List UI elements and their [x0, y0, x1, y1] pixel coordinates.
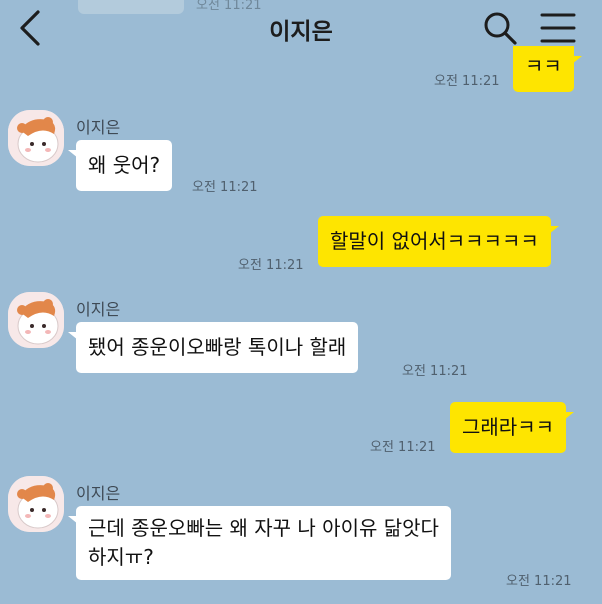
message-bubble-outgoing[interactable]: 그래라ㅋㅋ	[450, 402, 574, 453]
message-time: 오전 11:21	[506, 574, 572, 589]
sender-name: 이지은	[76, 484, 121, 503]
message-bubble-incoming[interactable]: 근데 종운오빠는 왜 자꾸 나 아이유 닮앗다 하지ㅠ?	[68, 506, 451, 580]
message-text: 됐어 종운이오빠랑 톡이나 할래	[88, 335, 347, 359]
message-bubble-outgoing[interactable]: 할말이 없어서ㅋㅋㅋㅋㅋ	[318, 216, 559, 267]
message-text: ㅋㅋ	[525, 54, 562, 78]
message-time: 오전 11:21	[192, 180, 258, 195]
message-text: 그래라ㅋㅋ	[462, 415, 554, 439]
sender-name: 이지은	[76, 118, 121, 137]
message-bubble-incoming[interactable]: 왜 웃어?	[67, 140, 173, 191]
message-time: 오전 11:21	[434, 74, 500, 89]
message-time: 오전 11:21	[370, 440, 436, 455]
menu-icon[interactable]	[540, 12, 576, 44]
message-bubble-outgoing[interactable]: ㅋㅋ	[513, 46, 582, 92]
message-time: 오전 11:21	[238, 258, 304, 273]
message-text: 할말이 없어서ㅋㅋㅋㅋㅋ	[330, 229, 539, 253]
message-text-line-1: 근데 종운오빠는 왜 자꾸 나 아이유 닮앗다	[88, 516, 439, 540]
message-time: 오전 11:21	[402, 364, 468, 379]
avatar[interactable]	[8, 476, 64, 532]
message-text-line-2: 하지ㅠ?	[88, 545, 154, 569]
avatar[interactable]	[8, 110, 64, 166]
message-text: 왜 웃어?	[88, 153, 161, 177]
avatar[interactable]	[8, 292, 64, 348]
sender-name: 이지은	[76, 300, 121, 319]
message-bubble-incoming[interactable]: 됐어 종운이오빠랑 톡이나 할래	[67, 322, 359, 373]
chat-header: 오전 11:21 이지은	[0, 0, 602, 56]
search-icon[interactable]	[482, 10, 518, 46]
